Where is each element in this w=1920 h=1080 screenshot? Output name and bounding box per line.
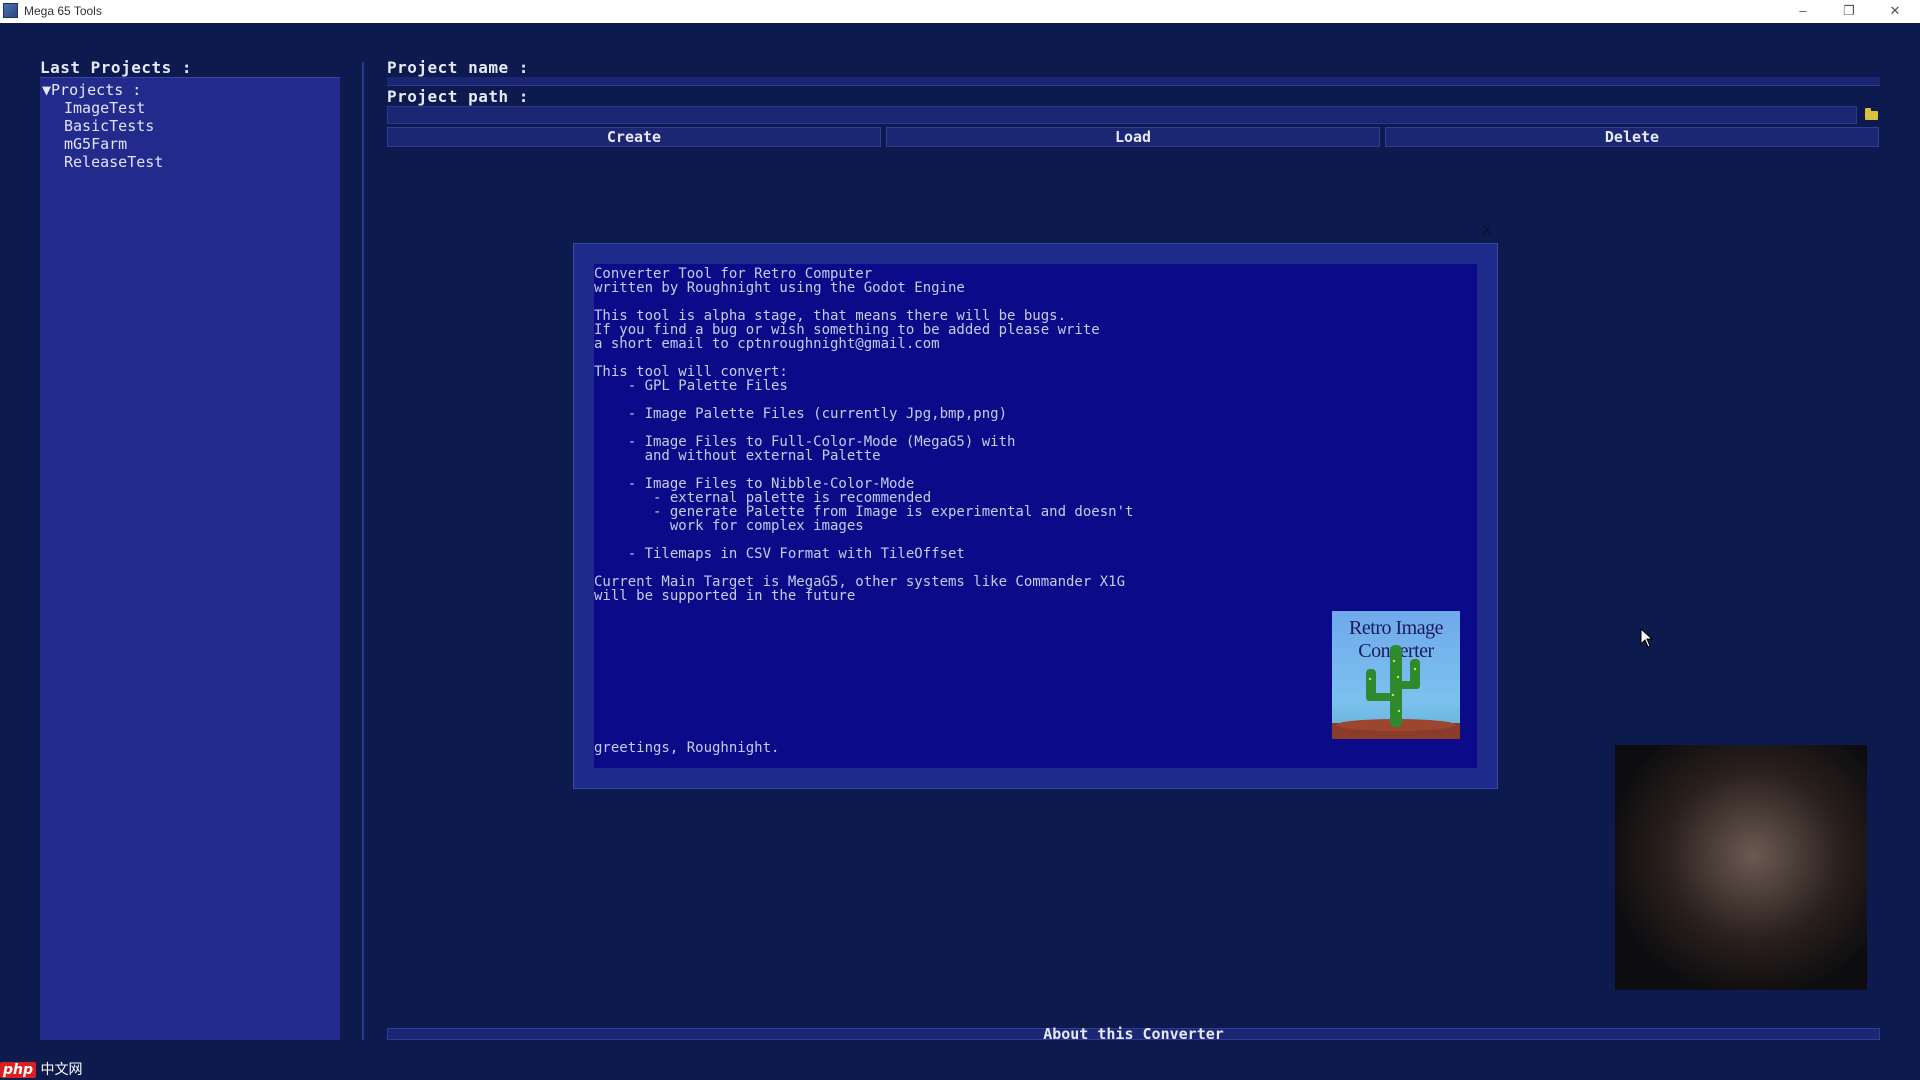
tree-item-imagetest[interactable]: ImageTest [64, 99, 145, 117]
browse-folder-button[interactable] [1862, 106, 1880, 124]
about-text-panel: Converter Tool for Retro Computer writte… [594, 264, 1477, 768]
delete-button[interactable]: Delete [1385, 127, 1879, 147]
project-path-label: Project path : [387, 87, 529, 106]
watermark: php 中文网 [0, 1059, 120, 1080]
tree-item-releasetest[interactable]: ReleaseTest [64, 153, 163, 171]
greeting-text: greetings, Roughnight. [594, 740, 780, 756]
dialog-close-button[interactable]: ✕ [1479, 223, 1495, 239]
restore-button[interactable]: ❐ [1826, 0, 1872, 23]
create-button[interactable]: Create [387, 127, 881, 147]
watermark-text: 中文网 [40, 1062, 83, 1078]
project-tree[interactable]: ▼Projects : ImageTest BasicTests mG5Farm… [40, 77, 340, 1040]
project-path-input[interactable] [387, 106, 1857, 124]
tree-item-basictests[interactable]: BasicTests [64, 117, 154, 135]
project-name-label: Project name : [387, 58, 529, 77]
last-projects-title: Last Projects : [40, 58, 192, 77]
tree-item-mg5farm[interactable]: mG5Farm [64, 135, 127, 153]
window-title: Mega 65 Tools [24, 4, 102, 18]
retro-image-converter-logo: Retro Image Converter [1332, 611, 1460, 739]
about-dialog: Converter Tool for Retro Computer writte… [573, 243, 1498, 789]
load-button[interactable]: Load [886, 127, 1380, 147]
close-button[interactable]: ✕ [1872, 0, 1918, 23]
mouse-cursor-icon [1640, 628, 1654, 648]
webcam-overlay [1615, 745, 1867, 990]
panel-divider[interactable] [362, 62, 364, 1040]
php-logo-badge: php [0, 1062, 37, 1078]
about-converter-button[interactable]: About this Converter [387, 1027, 1880, 1042]
minimize-button[interactable]: – [1780, 0, 1826, 23]
cactus-icon [1332, 645, 1460, 739]
title-bar: Mega 65 Tools – ❐ ✕ [0, 0, 1920, 23]
about-text: Converter Tool for Retro Computer writte… [594, 266, 1134, 604]
tree-root-projects[interactable]: ▼Projects : [42, 81, 141, 99]
project-name-input[interactable] [387, 77, 1880, 86]
folder-icon [1864, 107, 1878, 120]
app-icon [3, 3, 18, 18]
